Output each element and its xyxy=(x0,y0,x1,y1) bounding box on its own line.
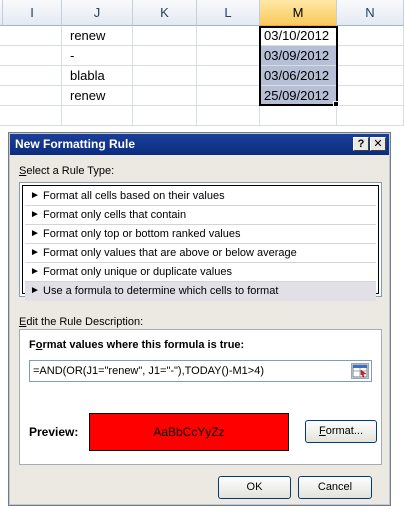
rule-type-use-formula[interactable]: ► Use a formula to determine which cells … xyxy=(25,282,376,301)
cell-l3[interactable] xyxy=(197,66,260,86)
formula-label-text: rmat values where this formula is true: xyxy=(42,339,245,351)
rule-description-panel: Format values where this formula is true… xyxy=(19,329,382,465)
edit-rule-description-label: Edit the Rule Description: xyxy=(19,316,143,328)
arrow-right-icon: ► xyxy=(30,266,40,277)
cell-j1[interactable]: renew xyxy=(62,26,133,46)
formula-label-first: F xyxy=(29,339,36,351)
arrow-right-icon: ► xyxy=(30,209,40,220)
dialog-title: New Formatting Rule xyxy=(15,137,136,151)
format-preview: AaBbCcYyZz xyxy=(89,413,289,451)
arrow-right-icon: ► xyxy=(30,228,40,239)
table-row: renew 25/09/2012 xyxy=(0,86,404,106)
cell-j5[interactable] xyxy=(62,106,133,126)
fill-handle[interactable] xyxy=(333,101,339,107)
cell-l2[interactable] xyxy=(197,46,260,66)
rule-type-top-bottom[interactable]: ► Format only top or bottom ranked values xyxy=(25,225,376,244)
rule-type-label: Format only top or bottom ranked values xyxy=(43,228,241,240)
format-button[interactable]: Format... xyxy=(305,420,377,443)
cell-k5[interactable] xyxy=(133,106,197,126)
column-header-l[interactable]: L xyxy=(197,0,260,26)
select-rule-type-label: Select a Rule Type: xyxy=(19,165,114,177)
cell-j2[interactable]: - xyxy=(62,46,133,66)
arrow-right-icon: ► xyxy=(30,190,40,201)
cell-i2[interactable] xyxy=(0,46,62,66)
cell-n5[interactable] xyxy=(337,106,404,126)
formula-input[interactable]: =AND(OR(J1="renew", J1="-"),TODAY()-M1>4… xyxy=(29,360,372,382)
rule-type-all-cells[interactable]: ► Format all cells based on their values xyxy=(25,187,376,206)
cell-j3[interactable]: blabla xyxy=(62,66,133,86)
cell-k2[interactable] xyxy=(133,46,197,66)
cell-n2[interactable] xyxy=(337,46,404,66)
formula-value: =AND(OR(J1="renew", J1="-"),TODAY()-M1>4… xyxy=(33,365,264,377)
cell-k1[interactable] xyxy=(133,26,197,46)
cell-l5[interactable] xyxy=(197,106,260,126)
title-bar[interactable]: New Formatting Rule ? ✕ xyxy=(10,134,389,155)
cell-l4[interactable] xyxy=(197,86,260,106)
column-header-k[interactable]: K xyxy=(133,0,197,26)
arrow-right-icon: ► xyxy=(30,285,40,296)
table-row: - 03/09/2012 xyxy=(0,46,404,66)
cell-k4[interactable] xyxy=(133,86,197,106)
new-formatting-rule-dialog: New Formatting Rule ? ✕ Select a Rule Ty… xyxy=(8,132,391,506)
rule-type-label: Format all cells based on their values xyxy=(43,190,225,202)
rule-type-unique-duplicate[interactable]: ► Format only unique or duplicate values xyxy=(25,263,376,282)
rule-type-label: Use a formula to determine which cells t… xyxy=(43,285,279,297)
cell-n3[interactable] xyxy=(337,66,404,86)
cell-i1[interactable] xyxy=(0,26,62,46)
cell-i4[interactable] xyxy=(0,86,62,106)
spreadsheet-grid: I J K L M N renew 03/10/2012 - 03/09/201… xyxy=(0,0,404,130)
edit-description-text: dit the Rule Description: xyxy=(26,316,144,328)
close-button[interactable]: ✕ xyxy=(370,137,386,151)
help-button[interactable]: ? xyxy=(353,137,369,151)
cell-n1[interactable] xyxy=(337,26,404,46)
collapse-dialog-button[interactable] xyxy=(351,363,369,379)
range-select-icon xyxy=(352,364,368,378)
table-row xyxy=(0,106,404,126)
cell-k3[interactable] xyxy=(133,66,197,86)
rule-type-label: Format only values that are above or bel… xyxy=(43,247,297,259)
ok-button[interactable]: OK xyxy=(218,476,291,499)
cell-j4[interactable]: renew xyxy=(62,86,133,106)
format-accesskey: F xyxy=(318,425,326,437)
column-header-j[interactable]: J xyxy=(62,0,133,26)
column-header-i[interactable]: I xyxy=(3,0,62,26)
rule-type-above-below-average[interactable]: ► Format only values that are above or be… xyxy=(25,244,376,263)
cancel-button[interactable]: Cancel xyxy=(298,476,372,499)
rule-type-label: Format only cells that contain xyxy=(43,209,187,221)
column-header-row: I J K L M N xyxy=(0,0,404,26)
cell-i3[interactable] xyxy=(0,66,62,86)
cell-i5[interactable] xyxy=(0,106,62,126)
rule-type-list[interactable]: ► Format all cells based on their values … xyxy=(19,182,382,301)
rule-type-label: Format only unique or duplicate values xyxy=(43,266,232,278)
arrow-right-icon: ► xyxy=(30,247,40,258)
table-row: blabla 03/06/2012 xyxy=(0,66,404,86)
selection-border xyxy=(259,26,338,106)
formula-label: Format values where this formula is true… xyxy=(29,339,244,351)
rule-type-list-frame: ► Format all cells based on their values … xyxy=(22,185,379,301)
format-button-text: ormat... xyxy=(325,425,364,437)
preview-label: Preview: xyxy=(29,425,79,439)
column-header-n[interactable]: N xyxy=(337,0,404,26)
cell-n4[interactable] xyxy=(337,86,404,106)
rule-type-cells-contain[interactable]: ► Format only cells that contain xyxy=(25,206,376,225)
cell-l1[interactable] xyxy=(197,26,260,46)
select-rule-type-text: elect a Rule Type: xyxy=(26,165,115,177)
column-header-m[interactable]: M xyxy=(260,0,337,26)
table-row: renew 03/10/2012 xyxy=(0,26,404,46)
cell-m5[interactable] xyxy=(260,106,337,126)
